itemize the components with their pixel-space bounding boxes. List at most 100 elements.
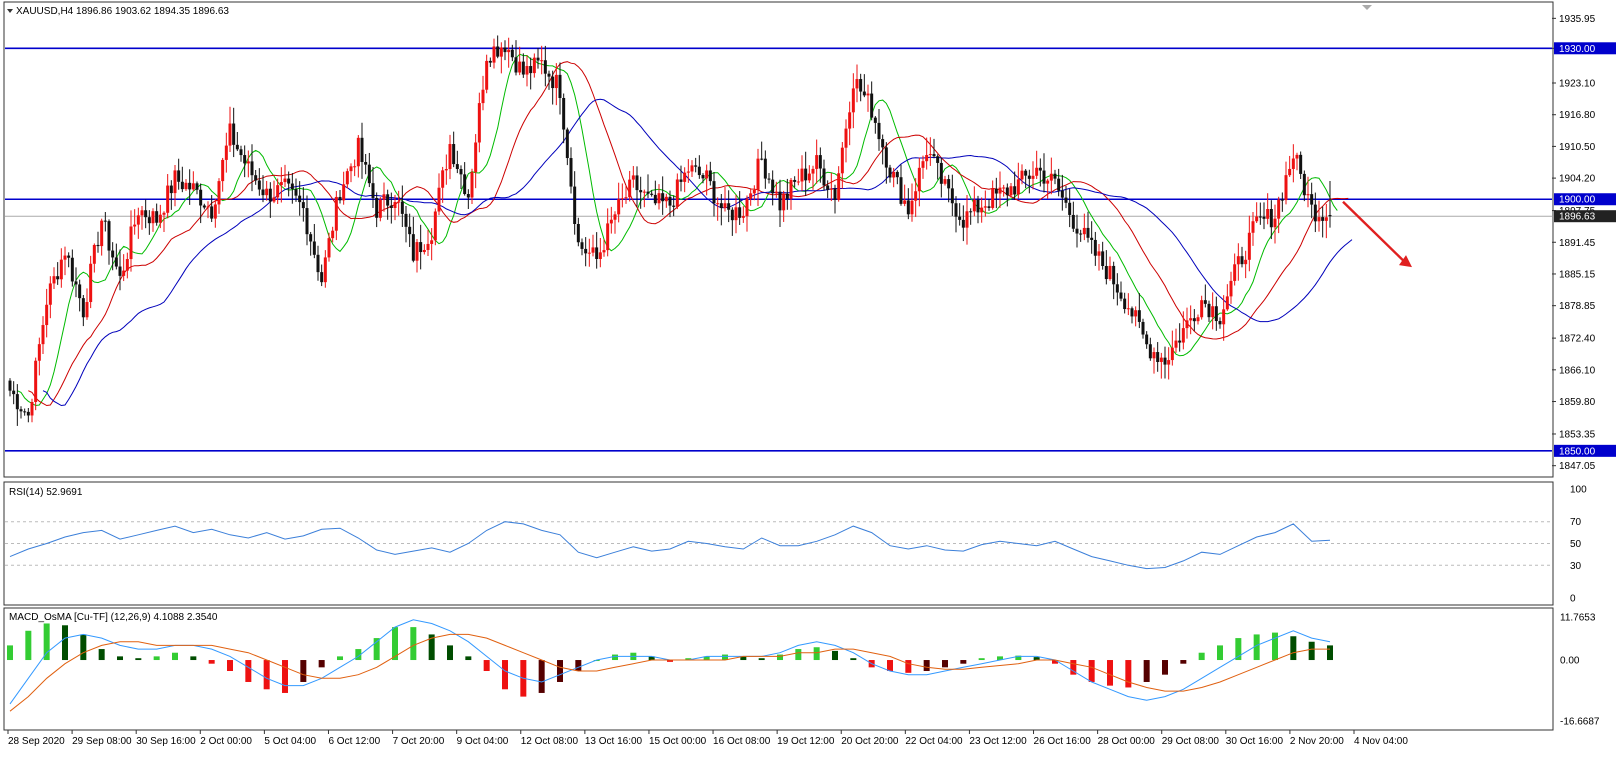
x-tick-label: 23 Oct 12:00 bbox=[969, 736, 1027, 747]
osma-bar bbox=[1308, 641, 1315, 661]
candle-body bbox=[507, 49, 511, 53]
candle-body bbox=[85, 302, 89, 318]
x-tick-label: 2 Oct 00:00 bbox=[200, 736, 252, 747]
candle-body bbox=[738, 207, 742, 218]
candle-body bbox=[976, 199, 980, 213]
candle-body bbox=[23, 411, 27, 413]
candle-body bbox=[1170, 347, 1174, 361]
candle-body bbox=[1222, 309, 1226, 325]
candle-body bbox=[1273, 218, 1277, 228]
candle-body bbox=[664, 196, 668, 202]
candle-body bbox=[37, 344, 41, 361]
x-tick-label: 4 Nov 04:00 bbox=[1354, 736, 1408, 747]
candle-body bbox=[118, 266, 122, 276]
main-title: XAUUSD,H4 1896.86 1903.62 1894.35 1896.6… bbox=[16, 6, 229, 17]
candle-body bbox=[122, 270, 126, 276]
candle-body bbox=[1141, 321, 1145, 335]
osma-bar bbox=[172, 652, 178, 661]
candle-body bbox=[261, 189, 265, 196]
candle-body bbox=[1038, 167, 1042, 171]
candle-body bbox=[1167, 360, 1171, 365]
candle-body bbox=[70, 257, 74, 282]
candle-body bbox=[1071, 214, 1075, 229]
candle-body bbox=[822, 168, 826, 186]
y-tick-label: 1853.35 bbox=[1559, 429, 1596, 440]
x-tick-label: 29 Oct 08:00 bbox=[1162, 736, 1220, 747]
candle-body bbox=[939, 162, 943, 184]
candle-body bbox=[914, 191, 918, 201]
x-tick-label: 7 Oct 20:00 bbox=[393, 736, 445, 747]
candle-body bbox=[232, 123, 236, 145]
candle-body bbox=[675, 179, 679, 207]
candle-body bbox=[694, 165, 698, 167]
candle-body bbox=[870, 93, 874, 118]
candle-body bbox=[785, 193, 789, 199]
x-tick-label: 2 Nov 20:00 bbox=[1290, 736, 1344, 747]
candle-body bbox=[899, 177, 903, 204]
osma-bar bbox=[905, 660, 912, 673]
candle-body bbox=[279, 182, 283, 186]
candle-body bbox=[716, 203, 720, 205]
y-tick-label: 1891.45 bbox=[1559, 238, 1596, 249]
candle-body bbox=[730, 209, 734, 221]
candle-body bbox=[987, 206, 991, 208]
candle-body bbox=[287, 178, 291, 184]
candle-body bbox=[617, 199, 621, 215]
candle-body bbox=[301, 202, 305, 209]
candle-body bbox=[125, 259, 129, 271]
osma-bar bbox=[337, 656, 343, 661]
candle-body bbox=[591, 247, 595, 253]
candle-body bbox=[114, 257, 118, 267]
candle-body bbox=[881, 139, 885, 148]
candle-body bbox=[749, 193, 753, 199]
candle-body bbox=[1178, 340, 1182, 343]
candle-body bbox=[1035, 167, 1039, 176]
candle-body bbox=[19, 409, 23, 412]
candle-body bbox=[364, 161, 368, 165]
candle-body bbox=[239, 149, 243, 156]
candle-body bbox=[543, 60, 547, 74]
candle-body bbox=[144, 210, 148, 218]
y-tick-label: 1935.95 bbox=[1559, 14, 1596, 25]
candle-body bbox=[265, 188, 269, 196]
osma-bar bbox=[1107, 660, 1113, 686]
candle-body bbox=[866, 93, 870, 96]
candle-body bbox=[657, 193, 661, 204]
candle-body bbox=[595, 247, 599, 259]
osma-bar bbox=[190, 656, 197, 661]
candle-body bbox=[184, 182, 188, 190]
candle-body bbox=[448, 144, 452, 170]
candle-body bbox=[562, 97, 566, 130]
osma-bar bbox=[942, 660, 948, 668]
candle-body bbox=[683, 172, 687, 182]
osma-bar bbox=[557, 660, 563, 682]
osma-bar bbox=[263, 660, 270, 690]
candle-body bbox=[796, 181, 800, 183]
candle-body bbox=[334, 196, 338, 231]
candle-body bbox=[1280, 199, 1284, 201]
candle-body bbox=[309, 234, 313, 242]
candle-body bbox=[719, 203, 723, 209]
candle-body bbox=[441, 170, 445, 188]
candle-body bbox=[8, 380, 12, 391]
candle-body bbox=[734, 207, 738, 221]
candle-body bbox=[540, 60, 544, 62]
candle-body bbox=[804, 168, 808, 181]
osma-bar bbox=[1162, 660, 1168, 675]
osma-bar bbox=[1143, 660, 1150, 682]
candle-body bbox=[1042, 170, 1046, 184]
candle-body bbox=[760, 158, 764, 160]
candle-body bbox=[569, 158, 573, 187]
candle-body bbox=[466, 194, 470, 198]
candle-body bbox=[195, 183, 199, 190]
rsi-title: RSI(14) 52.9691 bbox=[9, 487, 83, 498]
rsi-y-tick-label: 100 bbox=[1570, 485, 1587, 496]
candle-body bbox=[404, 213, 408, 227]
candle-body bbox=[92, 244, 96, 264]
candle-body bbox=[892, 171, 896, 178]
x-tick-label: 16 Oct 08:00 bbox=[713, 736, 771, 747]
x-tick-label: 28 Oct 00:00 bbox=[1098, 736, 1156, 747]
candle-body bbox=[503, 47, 507, 53]
candle-body bbox=[1104, 265, 1108, 280]
candle-body bbox=[1214, 306, 1218, 322]
